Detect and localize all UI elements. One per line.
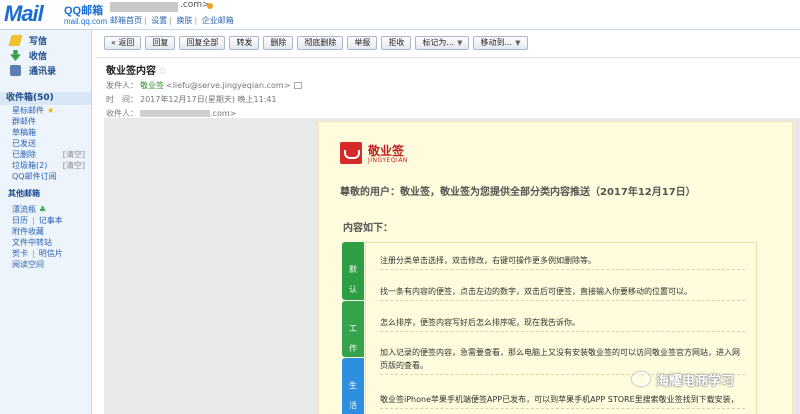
list-item: 找一条有内容的便签，点击左边的数字，双击后可便签，直接输入你要移动的位置可以。 (380, 285, 745, 301)
logo-domain-text: mail.qq.com (64, 17, 108, 26)
watermark: 海耀电商学习 (632, 369, 734, 389)
sidebar-item-group-mail[interactable]: 群邮件 (0, 116, 91, 127)
recipient-blurred (140, 110, 210, 117)
star-outline-icon[interactable]: ☆ (158, 66, 167, 77)
link-mailbox-home[interactable]: 邮箱首页 (110, 16, 142, 25)
notepad-link[interactable]: 记事本 (39, 216, 63, 225)
contact-card-icon[interactable] (294, 82, 303, 89)
subject-text: 敬业签内容 (106, 66, 156, 77)
category-tag-work: 工作 (342, 301, 364, 357)
write-button[interactable]: 写信 (0, 33, 91, 48)
sidebar-item-sent[interactable]: 已发送 (0, 138, 91, 149)
top-header: Mail QQ邮箱 mail.qq.com .com> 邮箱首页 | 设置 | 换肤… (0, 0, 800, 30)
greeting-text: 尊敬的用户：敬业签，敬业签为您提供全部分类内容推送（2017年12月17日） (340, 187, 696, 198)
reply-all-button[interactable]: 回复全部 (179, 36, 226, 50)
sender-name[interactable]: 敬业签 (140, 80, 164, 91)
delete-button[interactable]: 删除 (263, 36, 294, 50)
time-value: 2017年12月17日(星期天) 晚上11:41 (140, 95, 277, 104)
sidebar-item-deleted[interactable]: 已删除 [清空] (0, 149, 91, 160)
contacts-icon (10, 65, 21, 76)
move-to-label: 移动到... (480, 38, 513, 47)
starred-label: 星标邮件 (12, 106, 44, 115)
time-label: 时 间： (106, 95, 138, 104)
watermark-text: 海耀电商学习 (656, 373, 735, 389)
link-enterprise-mail[interactable]: 企业邮箱 (202, 16, 234, 25)
deleted-label: 已删除 (12, 150, 36, 159)
move-to-dropdown[interactable]: 移动到... ▼ (473, 36, 528, 50)
sidebar-item-starred[interactable]: 星标邮件 ★ (0, 105, 91, 116)
contacts-label: 通讯录 (29, 67, 57, 77)
logo-qq-text: QQ邮箱 (64, 5, 104, 17)
receive-label: 收信 (29, 52, 48, 62)
chevron-down-icon: ▼ (515, 39, 521, 47)
recipient-suffix: .com> (210, 109, 237, 118)
mark-as-dropdown[interactable]: 标记为... ▼ (415, 36, 470, 50)
email-meta: 敬业签内容 ☆ 发件人： 敬业签 <liefu@serve.jingyeqian.… (96, 57, 800, 120)
sidebar-item-spam[interactable]: 垃圾箱(2) [清空] (0, 160, 91, 171)
sender-row: 发件人： 敬业签 <liefu@serve.jingyeqian.com> (106, 80, 800, 91)
content-heading: 内容如下： (343, 223, 393, 234)
sidebar-item-reading-space[interactable]: 阅读空间 (0, 259, 91, 270)
sidebar-item-drafts[interactable]: 草稿箱 (0, 127, 91, 138)
account-suffix: .com> (180, 0, 210, 10)
link-settings[interactable]: 设置 (151, 16, 167, 25)
postcard-link[interactable]: 明信片 (39, 249, 63, 258)
sender-address: <liefu@serve.jingyeqian.com> (166, 81, 291, 90)
top-links: 邮箱首页 | 设置 | 换肤 | 企业邮箱 (110, 16, 234, 25)
account-name-blurred (110, 2, 178, 12)
list-item: 敬业签iPhone苹果手机端便签APP已发布，可以到苹果手机APP STORE里… (380, 393, 745, 409)
report-button[interactable]: 举报 (347, 36, 378, 50)
greeting-card-link[interactable]: 贺卡 (12, 249, 28, 258)
brand-subtitle: JINGYEQIAN (368, 157, 408, 164)
category-name: 生活 (349, 381, 357, 410)
cloud-logo-icon (340, 142, 362, 164)
calendar-link[interactable]: 日历 (12, 216, 28, 225)
sidebar-item-attachments[interactable]: 附件收藏 (0, 226, 91, 237)
status-dot-icon (207, 3, 213, 9)
sidebar-item-calendar-notes: 日历 | 记事本 (12, 216, 63, 225)
forward-button[interactable]: 转发 (229, 36, 260, 50)
sidebar-item-other-mailboxes[interactable]: 其他邮箱 (0, 188, 91, 200)
main-panel: « 返回 回复 回复全部 转发 删除 彻底删除 举报 拒收 标记为... ▼ 移动… (96, 30, 800, 414)
star-icon: ★ (47, 106, 55, 115)
inbox-arrow-icon (10, 50, 21, 61)
sidebar-item-file-transfer[interactable]: 文件中转站 (0, 237, 91, 248)
list-item: 怎么排序，便签内容写好后怎么排序呢，现在我告诉你。 (380, 316, 745, 332)
list-item: 注册分类单击选择，双击修改，右键可操作更多例如删除等。 (380, 254, 745, 270)
sidebar-item-cards: 贺卡 | 明信片 (12, 249, 63, 258)
time-row: 时 间： 2017年12月17日(星期天) 晚上11:41 (106, 94, 800, 105)
category-name: 默认 (349, 265, 357, 294)
mark-as-label: 标记为... (422, 38, 455, 47)
link-skin[interactable]: 换肤 (177, 16, 193, 25)
email-subject: 敬业签内容 ☆ (106, 62, 800, 77)
chevron-down-icon: ▼ (457, 39, 463, 47)
sidebar-item-inbox[interactable]: 收件箱(50) (0, 92, 91, 105)
clear-spam-link[interactable]: [清空] (63, 160, 85, 171)
left-sidebar: 写信 收信 通讯录 收件箱(50) 星标邮件 ★ 群邮件 草稿箱 已发送 已删除 [… (0, 30, 92, 414)
from-label: 发件人： (106, 81, 138, 90)
category-tag-life: 生活 (342, 358, 364, 414)
sidebar-item-drift-bottle[interactable]: 漂流瓶 ♣ (0, 204, 91, 215)
write-label: 写信 (29, 37, 48, 47)
category-tag-default: 默认 (342, 242, 364, 300)
spam-label: 垃圾箱(2) (12, 161, 48, 170)
bottle-icon: ♣ (39, 205, 47, 214)
reject-button[interactable]: 拒收 (381, 36, 412, 50)
receive-button[interactable]: 收信 (0, 48, 91, 63)
category-name: 工作 (349, 324, 357, 353)
reply-button[interactable]: 回复 (145, 36, 176, 50)
clear-deleted-link[interactable]: [清空] (63, 149, 85, 160)
drift-bottle-label: 漂流瓶 (12, 205, 36, 214)
sidebar-item-subscriptions[interactable]: QQ邮件订阅 (0, 171, 91, 182)
contacts-button[interactable]: 通讯录 (0, 63, 91, 78)
back-button[interactable]: « 返回 (104, 36, 142, 50)
wechat-icon (632, 372, 650, 386)
mail-toolbar: « 返回 回复 回复全部 转发 删除 彻底删除 举报 拒收 标记为... ▼ 移动… (96, 36, 528, 50)
permanent-delete-button[interactable]: 彻底删除 (297, 36, 344, 50)
pencil-icon (8, 35, 23, 46)
brand-logo: 敬业签 JINGYEQIAN (340, 142, 460, 172)
logo-mail-text: Mail (4, 1, 44, 26)
